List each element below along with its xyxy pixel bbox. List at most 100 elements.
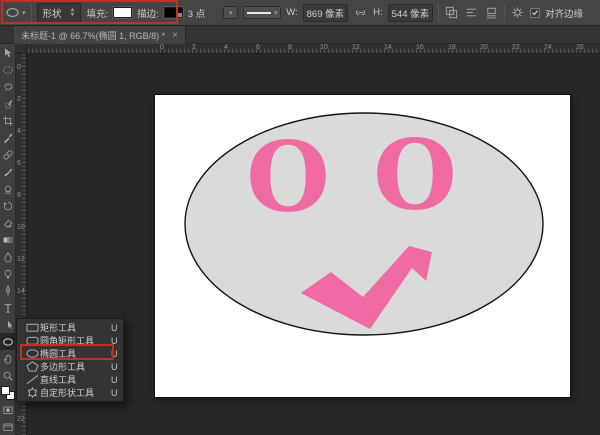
ruler-number: 18 — [448, 44, 456, 51]
ic-m-rect — [25, 322, 40, 333]
ruler-number: 22 — [17, 416, 25, 423]
ic-marquee — [2, 64, 14, 76]
ic-ellipse — [2, 336, 14, 348]
history-brush-tool[interactable] — [0, 197, 16, 214]
divider — [504, 4, 505, 22]
pen-tool[interactable] — [0, 282, 16, 299]
link-dimensions-icon[interactable] — [353, 5, 368, 20]
move-tool[interactable] — [0, 44, 16, 61]
tool-options-bar: ▾ 形状 ▲▼ 填充: 描边: 3 点 ▾ ▾ W: 869 像素 H: 544… — [0, 0, 600, 26]
dodge-tool[interactable] — [0, 265, 16, 282]
tool-preset-button[interactable]: ▾ — [5, 5, 26, 20]
document-tab[interactable]: 未标题-1 @ 66.7%(椭圆 1, RGB/8) * × — [14, 26, 186, 44]
type-tool[interactable] — [0, 299, 16, 316]
menu-item-rect[interactable]: 矩形工具U — [17, 321, 123, 334]
marquee-tool[interactable] — [0, 61, 16, 78]
ruler-number: 2 — [17, 96, 21, 103]
clone-stamp-tool[interactable] — [0, 180, 16, 197]
horizontal-ruler[interactable]: 02468101214161820222426 — [16, 44, 600, 54]
ruler-number: 12 — [352, 44, 360, 51]
gear-icon[interactable] — [510, 5, 525, 20]
menu-item-poly[interactable]: 多边形工具U — [17, 360, 123, 373]
shape-height-field[interactable]: 544 像素 — [388, 4, 434, 22]
photoshop-window: ▾ 形状 ▲▼ 填充: 描边: 3 点 ▾ ▾ W: 869 像素 H: 544… — [0, 0, 600, 435]
ruler-number: 6 — [17, 160, 21, 167]
ic-history — [2, 200, 14, 212]
menu-item-rrect[interactable]: 圆角矩形工具U — [17, 334, 123, 347]
stroke-type-line-sample — [247, 12, 271, 14]
menu-item-custom[interactable]: 自定形状工具U — [17, 386, 123, 399]
ruler-number: 4 — [224, 44, 228, 51]
brush-tool[interactable] — [0, 163, 16, 180]
ic-pen — [2, 285, 14, 297]
ruler-corner — [16, 44, 27, 54]
ruler-number: 26 — [576, 44, 584, 51]
stroke-width-dropdown[interactable]: ▾ — [223, 6, 238, 19]
shape-tool-flyout-menu: 矩形工具U圆角矩形工具U•椭圆工具U多边形工具U直线工具U自定形状工具U — [16, 318, 124, 402]
stroke-width-value[interactable]: 3 点 — [188, 6, 205, 20]
ruler-number: 0 — [160, 44, 164, 51]
ic-type — [2, 302, 14, 314]
ruler-number: 2 — [192, 44, 196, 51]
ellipse-shape-tool[interactable] — [0, 333, 16, 350]
document-title: 未标题-1 @ 66.7%(椭圆 1, RGB/8) * — [21, 29, 165, 42]
menu-item-label: 直线工具 — [40, 373, 111, 386]
ic-dropper — [2, 132, 14, 144]
quick-selection-tool[interactable] — [0, 95, 16, 112]
healing-brush-tool[interactable] — [0, 146, 16, 163]
path-alignment-icon[interactable] — [464, 5, 479, 20]
tools-panel — [0, 44, 16, 435]
ic-crop — [2, 115, 14, 127]
path-operations-icon[interactable] — [444, 5, 459, 20]
updown-arrows-icon: ▲▼ — [70, 8, 76, 18]
color-swatches[interactable] — [0, 385, 16, 401]
stroke-type-dropdown[interactable]: ▾ — [243, 6, 281, 19]
eraser-tool[interactable] — [0, 214, 16, 231]
align-edges-checkbox[interactable] — [530, 8, 540, 18]
ic-m-ellipse — [25, 348, 40, 359]
menu-item-label: 椭圆工具 — [40, 347, 111, 360]
shape-width-field[interactable]: 869 像素 — [303, 4, 349, 22]
ic-pathsel — [2, 319, 14, 331]
fill-color-swatch[interactable] — [113, 7, 132, 18]
ic-m-line — [25, 374, 40, 385]
close-icon[interactable]: × — [172, 30, 178, 41]
menu-item-line[interactable]: 直线工具U — [17, 373, 123, 386]
ruler-number: 16 — [416, 44, 424, 51]
lasso-tool[interactable] — [0, 78, 16, 95]
eyedropper-tool[interactable] — [0, 129, 16, 146]
eye-letter: O — [373, 119, 457, 232]
eye-letter: O — [246, 121, 330, 234]
gradient-tool[interactable] — [0, 231, 16, 248]
ruler-number: 12 — [17, 256, 25, 263]
stroke-label: 描边: — [137, 6, 159, 20]
divider — [31, 4, 32, 22]
screen-mode-button[interactable] — [0, 418, 16, 435]
stroke-color-swatch[interactable] — [164, 7, 183, 18]
menu-item-label: 矩形工具 — [40, 321, 111, 334]
tool-mode-select[interactable]: 形状 ▲▼ — [37, 3, 82, 23]
screen-mode-icon — [2, 421, 14, 433]
hand-tool[interactable] — [0, 350, 16, 367]
document-canvas[interactable]: O O — [155, 95, 570, 397]
ic-healing — [2, 149, 14, 161]
path-arrangement-icon[interactable] — [484, 5, 499, 20]
divider — [438, 4, 439, 22]
check-icon — [531, 8, 539, 17]
menu-item-ellipse[interactable]: •椭圆工具U — [17, 347, 123, 360]
ic-stamp — [2, 183, 14, 195]
ruler-number: 10 — [320, 44, 328, 51]
blur-tool[interactable] — [0, 248, 16, 265]
crop-tool[interactable] — [0, 112, 16, 129]
ruler-number: 20 — [480, 44, 488, 51]
ic-gradient — [2, 234, 14, 246]
ruler-number: 24 — [544, 44, 552, 51]
ic-move — [2, 47, 14, 59]
path-selection-tool[interactable] — [0, 316, 16, 333]
quick-mask-button[interactable] — [0, 401, 16, 418]
foreground-color-swatch[interactable] — [1, 386, 10, 395]
quick-mask-icon — [2, 404, 14, 416]
menu-item-shortcut: U — [111, 375, 123, 385]
zoom-tool[interactable] — [0, 367, 16, 384]
menu-item-label: 多边形工具 — [40, 360, 111, 373]
